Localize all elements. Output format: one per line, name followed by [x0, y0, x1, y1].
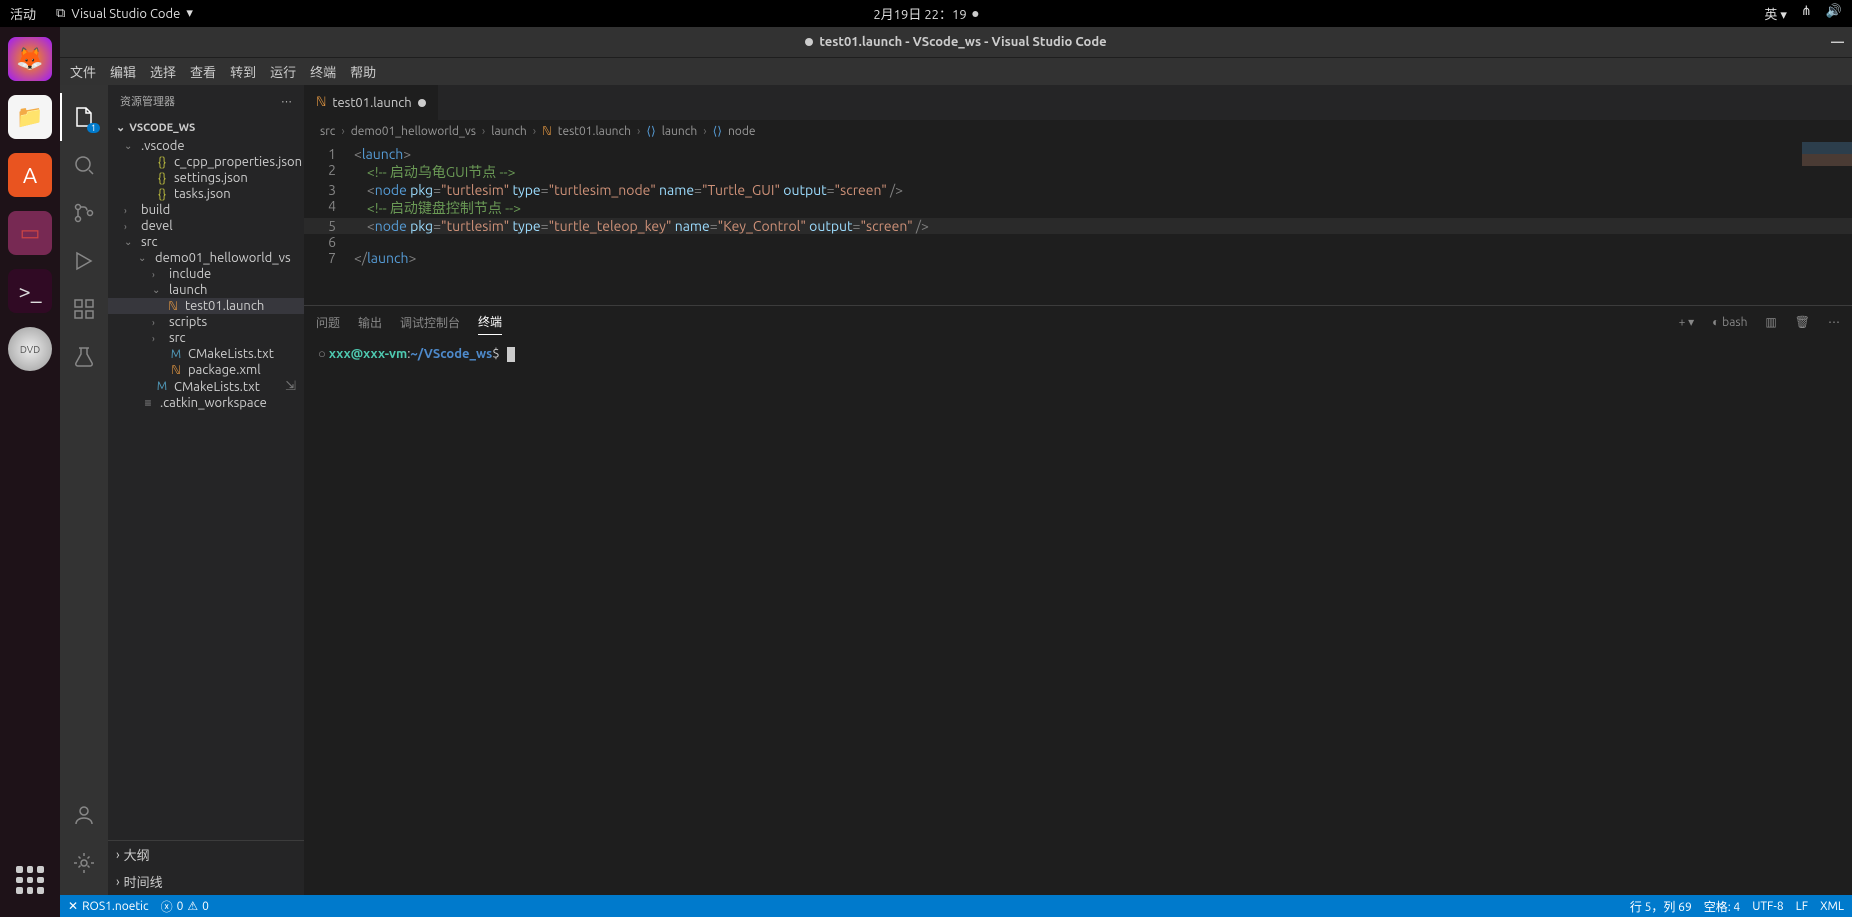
- dirty-indicator-icon: [805, 38, 813, 46]
- minimize-button[interactable]: —: [1831, 35, 1844, 49]
- file-c-cpp-properties[interactable]: {}c_cpp_properties.json: [108, 154, 304, 170]
- status-encoding[interactable]: UTF-8: [1752, 898, 1783, 915]
- sidebar-title: 资源管理器: [120, 93, 175, 109]
- code-editor[interactable]: 1<launch> 2 <!-- 启动乌龟GUI节点 --> 3 <node p…: [304, 142, 1852, 305]
- panel-more-icon[interactable]: ⋯: [1828, 315, 1840, 329]
- system-monitor-icon[interactable]: ▭: [8, 211, 52, 255]
- tab-bar: ℕ test01.launch: [304, 85, 1852, 120]
- status-eol[interactable]: LF: [1796, 898, 1808, 915]
- terminal-cursor: [507, 347, 515, 362]
- file-settings-json[interactable]: {}settings.json: [108, 170, 304, 186]
- breadcrumb[interactable]: src› demo01_helloworld_vs› launch› ℕtest…: [304, 120, 1852, 142]
- folder-devel[interactable]: ›devel: [108, 218, 304, 234]
- panel: 问题 输出 调试控制台 终端 + ▾ ◐ bash ▥ 🗑 ⋯ ○ xxx@xx…: [304, 305, 1852, 895]
- dropdown-icon: ▾: [186, 6, 193, 21]
- status-indent[interactable]: 空格: 4: [1704, 898, 1740, 915]
- run-debug-icon[interactable]: [60, 237, 108, 285]
- menu-selection[interactable]: 选择: [150, 62, 176, 81]
- terminal-shell-label[interactable]: ◐ bash: [1712, 315, 1747, 329]
- menu-run[interactable]: 运行: [270, 62, 296, 81]
- notification-dot-icon: [973, 11, 979, 17]
- status-problems[interactable]: ⓧ 0 ⚠ 0: [161, 898, 209, 915]
- explorer-view-icon[interactable]: 1: [60, 93, 108, 141]
- folder-src[interactable]: ⌄src: [108, 234, 304, 250]
- panel-tab-debug[interactable]: 调试控制台: [400, 310, 460, 335]
- dirty-dot-icon: [418, 99, 426, 107]
- menu-edit[interactable]: 编辑: [110, 62, 136, 81]
- statusbar: ✕ ROS1.noetic ⓧ 0 ⚠ 0 行 5，列 69 空格: 4 UTF…: [60, 895, 1852, 917]
- explorer-sidebar: 资源管理器 ⋯ ⌄ VSCODE_WS ⌄.vscode {}c_cpp_pro…: [108, 85, 304, 895]
- folder-build[interactable]: ›build: [108, 202, 304, 218]
- folder-demo01[interactable]: ⌄demo01_helloworld_vs: [108, 250, 304, 266]
- firefox-icon[interactable]: 🦊: [8, 37, 52, 81]
- input-method[interactable]: 英 ▾: [1764, 4, 1787, 23]
- minimap[interactable]: [1802, 142, 1852, 172]
- files-icon[interactable]: 📁: [8, 95, 52, 139]
- app-indicator[interactable]: ⧉ Visual Studio Code ▾: [56, 6, 193, 21]
- file-tasks-json[interactable]: {}tasks.json: [108, 186, 304, 202]
- folder-scripts[interactable]: ›scripts: [108, 314, 304, 330]
- folder-inner-src[interactable]: ›src: [108, 330, 304, 346]
- activities-button[interactable]: 活动: [10, 4, 36, 23]
- testing-icon[interactable]: [60, 333, 108, 381]
- workspace-header[interactable]: ⌄ VSCODE_WS: [108, 117, 304, 138]
- menu-terminal[interactable]: 终端: [310, 62, 336, 81]
- terminal-body[interactable]: ○ xxx@xxx-vm:~/VScode_ws$: [304, 338, 1852, 895]
- apps-grid-icon[interactable]: [8, 858, 52, 902]
- kill-terminal-icon[interactable]: 🗑: [1795, 315, 1810, 329]
- vscode-icon: ⧉: [56, 6, 65, 21]
- folder-vscode[interactable]: ⌄.vscode: [108, 138, 304, 154]
- account-icon[interactable]: [60, 791, 108, 839]
- dvd-icon[interactable]: DVD: [8, 327, 52, 371]
- volume-icon[interactable]: 🔊: [1826, 4, 1842, 23]
- source-control-icon[interactable]: [60, 189, 108, 237]
- menubar: 文件 编辑 选择 查看 转到 运行 终端 帮助: [60, 57, 1852, 85]
- status-language[interactable]: XML: [1820, 898, 1844, 915]
- settings-gear-icon[interactable]: [60, 839, 108, 887]
- split-terminal-icon[interactable]: ▥: [1765, 315, 1776, 329]
- status-cursor-position[interactable]: 行 5，列 69: [1630, 898, 1692, 915]
- menu-help[interactable]: 帮助: [350, 62, 376, 81]
- status-remote[interactable]: ✕ ROS1.noetic: [68, 899, 149, 913]
- clock[interactable]: 2月19日 22：19: [873, 4, 978, 23]
- menu-view[interactable]: 查看: [190, 62, 216, 81]
- new-terminal-button[interactable]: + ▾: [1679, 315, 1695, 329]
- titlebar: test01.launch - VScode_ws - Visual Studi…: [60, 27, 1852, 57]
- timeline-section[interactable]: ›时间线: [108, 868, 304, 895]
- terminal-icon[interactable]: >_: [8, 269, 52, 313]
- file-test01-launch[interactable]: ℕtest01.launch: [108, 298, 304, 314]
- tab-test01-launch[interactable]: ℕ test01.launch: [304, 85, 439, 120]
- xml-file-icon: ℕ: [316, 95, 326, 110]
- file-catkin-workspace[interactable]: ≡.catkin_workspace: [108, 395, 304, 411]
- outline-section[interactable]: ›大纲: [108, 841, 304, 868]
- window-title: test01.launch - VScode_ws - Visual Studi…: [819, 35, 1106, 49]
- panel-tab-output[interactable]: 输出: [358, 310, 382, 335]
- explorer-badge: 1: [87, 123, 100, 133]
- more-icon[interactable]: ⋯: [281, 95, 292, 108]
- folder-include[interactable]: ›include: [108, 266, 304, 282]
- gnome-top-bar: 活动 ⧉ Visual Studio Code ▾ 2月19日 22：19 英 …: [0, 0, 1852, 27]
- vscode-window: test01.launch - VScode_ws - Visual Studi…: [60, 27, 1852, 917]
- file-cmakelists-2[interactable]: MCMakeLists.txt⇲: [108, 378, 304, 395]
- panel-tab-terminal[interactable]: 终端: [478, 309, 502, 335]
- menu-go[interactable]: 转到: [230, 62, 256, 81]
- search-view-icon[interactable]: [60, 141, 108, 189]
- activity-bar: 1: [60, 85, 108, 895]
- ubuntu-dock: 🦊 📁 A ⧉ ▭ >_ DVD: [0, 27, 60, 917]
- panel-tab-problems[interactable]: 问题: [316, 310, 340, 335]
- file-cmakelists-1[interactable]: MCMakeLists.txt: [108, 346, 304, 362]
- software-icon[interactable]: A: [8, 153, 52, 197]
- file-package-xml[interactable]: ℕpackage.xml: [108, 362, 304, 378]
- network-icon[interactable]: ⋔: [1801, 4, 1812, 23]
- folder-launch[interactable]: ⌄launch: [108, 282, 304, 298]
- editor-area: ℕ test01.launch src› demo01_helloworld_v…: [304, 85, 1852, 895]
- extensions-icon[interactable]: [60, 285, 108, 333]
- menu-file[interactable]: 文件: [70, 62, 96, 81]
